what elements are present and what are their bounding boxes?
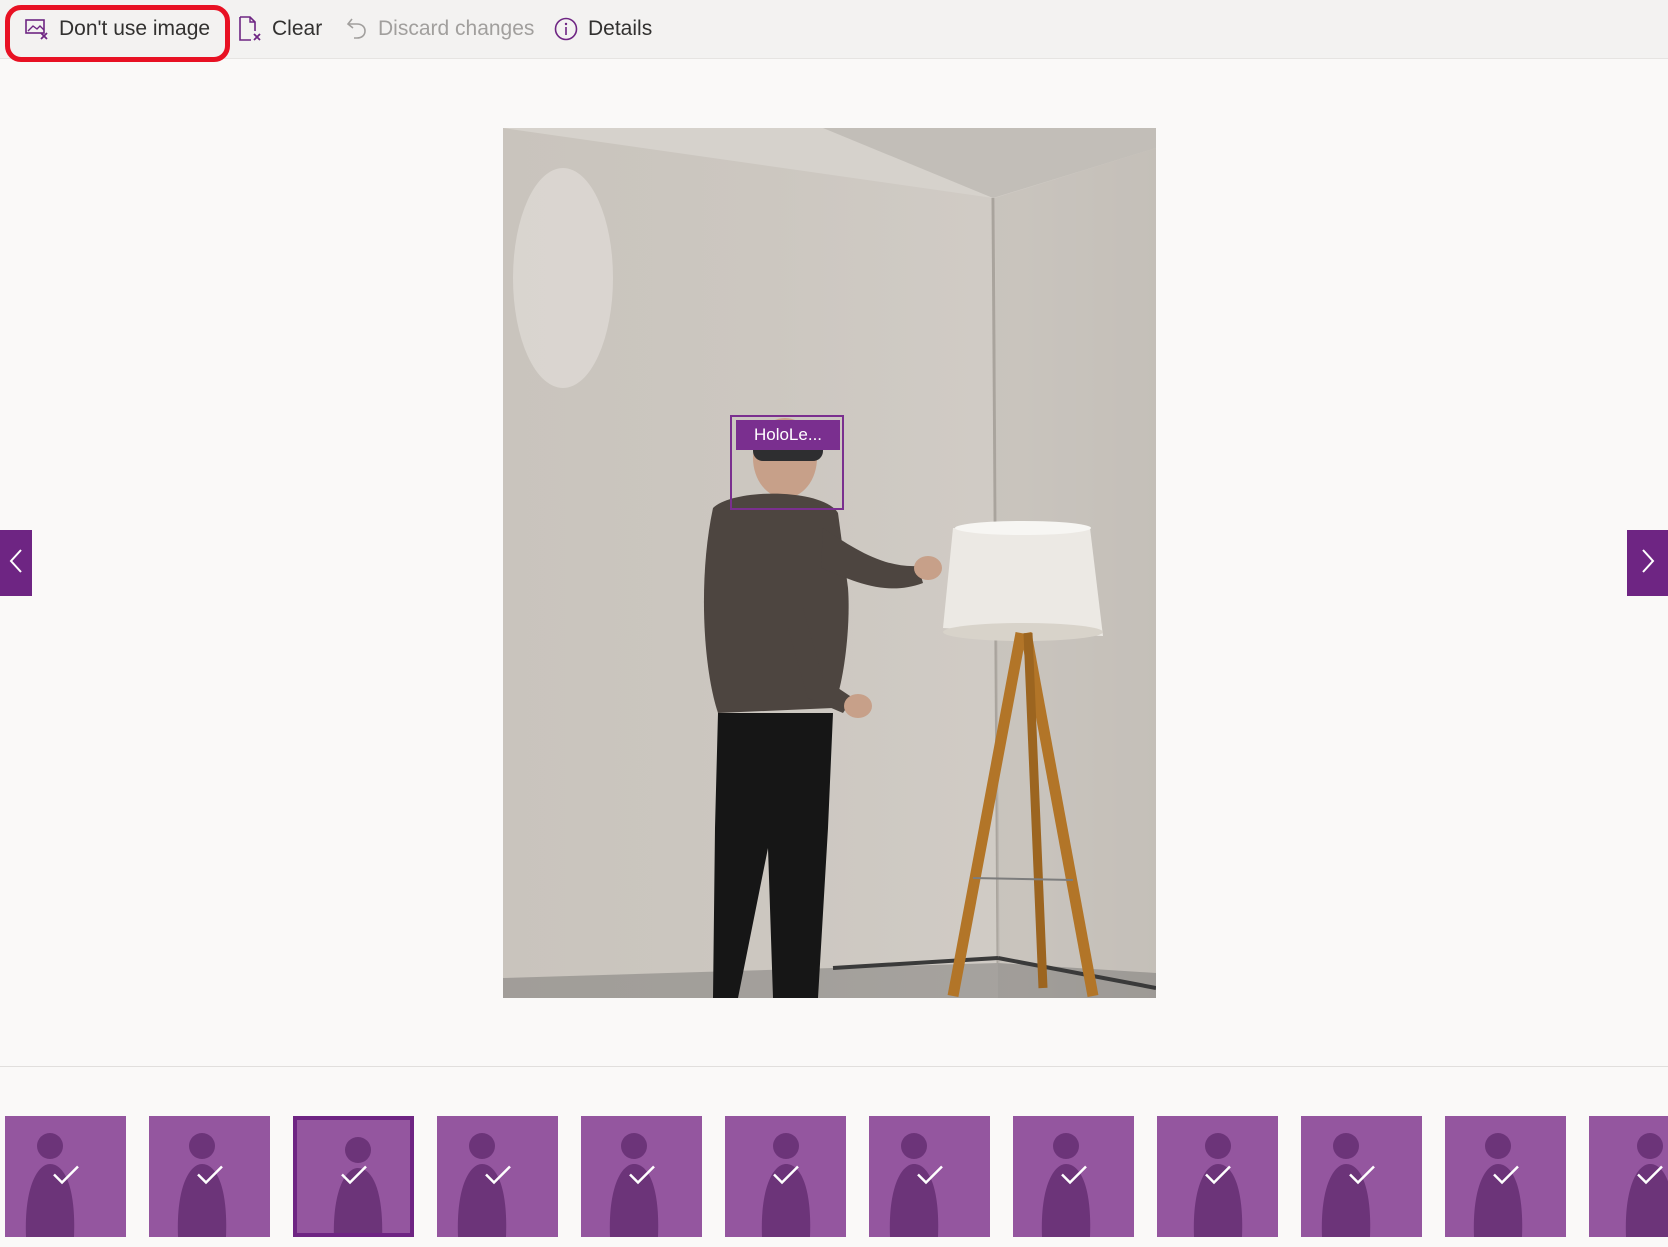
command-bar: Don't use image Clear Discard changes De… <box>0 0 1668 59</box>
next-image-button[interactable] <box>1627 530 1668 596</box>
photo-scene <box>503 128 1156 998</box>
filmstrip-thumbnail[interactable] <box>725 1116 846 1237</box>
tagged-image[interactable]: HoloLe... <box>503 128 1156 998</box>
dont-use-image-label: Don't use image <box>59 17 211 40</box>
filmstrip-thumbnail[interactable] <box>1013 1116 1134 1237</box>
chevron-right-icon <box>1641 548 1655 579</box>
bounding-box-tag[interactable]: HoloLe... <box>736 420 840 450</box>
filmstrip-thumbnail[interactable] <box>293 1116 414 1237</box>
undo-icon <box>346 17 368 41</box>
image-filmstrip <box>0 1116 1668 1238</box>
checkmark-icon <box>1636 1163 1664 1190</box>
document-clear-icon <box>238 16 262 42</box>
filmstrip-thumbnail[interactable] <box>437 1116 558 1237</box>
bounding-box[interactable]: HoloLe... <box>730 415 844 510</box>
filmstrip-thumbnail[interactable] <box>149 1116 270 1237</box>
checkmark-icon <box>52 1163 80 1190</box>
checkmark-icon <box>916 1163 944 1190</box>
filmstrip-thumbnail[interactable] <box>581 1116 702 1237</box>
checkmark-icon <box>628 1163 656 1190</box>
filmstrip-thumbnail[interactable] <box>1157 1116 1278 1237</box>
details-button[interactable]: Details <box>554 10 652 48</box>
filmstrip-thumbnail[interactable] <box>1445 1116 1566 1237</box>
checkmark-icon <box>1060 1163 1088 1190</box>
info-icon <box>554 17 578 41</box>
dont-use-image-button[interactable]: Don't use image <box>25 10 210 48</box>
checkmark-icon <box>484 1163 512 1190</box>
previous-image-button[interactable] <box>0 530 32 596</box>
details-label: Details <box>588 17 653 40</box>
checkmark-icon <box>772 1163 800 1190</box>
checkmark-icon <box>1492 1163 1520 1190</box>
discard-changes-label: Discard changes <box>378 17 535 40</box>
checkmark-icon <box>196 1163 224 1190</box>
image-exclude-icon <box>25 18 49 40</box>
filmstrip-thumbnail[interactable] <box>1301 1116 1422 1237</box>
filmstrip-thumbnail[interactable] <box>869 1116 990 1237</box>
clear-button[interactable]: Clear <box>238 10 322 48</box>
checkmark-icon <box>1204 1163 1232 1190</box>
filmstrip-divider <box>0 1066 1668 1067</box>
filmstrip-thumbnail[interactable] <box>1589 1116 1668 1237</box>
checkmark-icon <box>340 1163 368 1190</box>
discard-changes-button[interactable]: Discard changes <box>346 10 534 48</box>
clear-label: Clear <box>272 17 323 40</box>
chevron-left-icon <box>9 548 23 579</box>
filmstrip-thumbnail[interactable] <box>5 1116 126 1237</box>
checkmark-icon <box>1348 1163 1376 1190</box>
